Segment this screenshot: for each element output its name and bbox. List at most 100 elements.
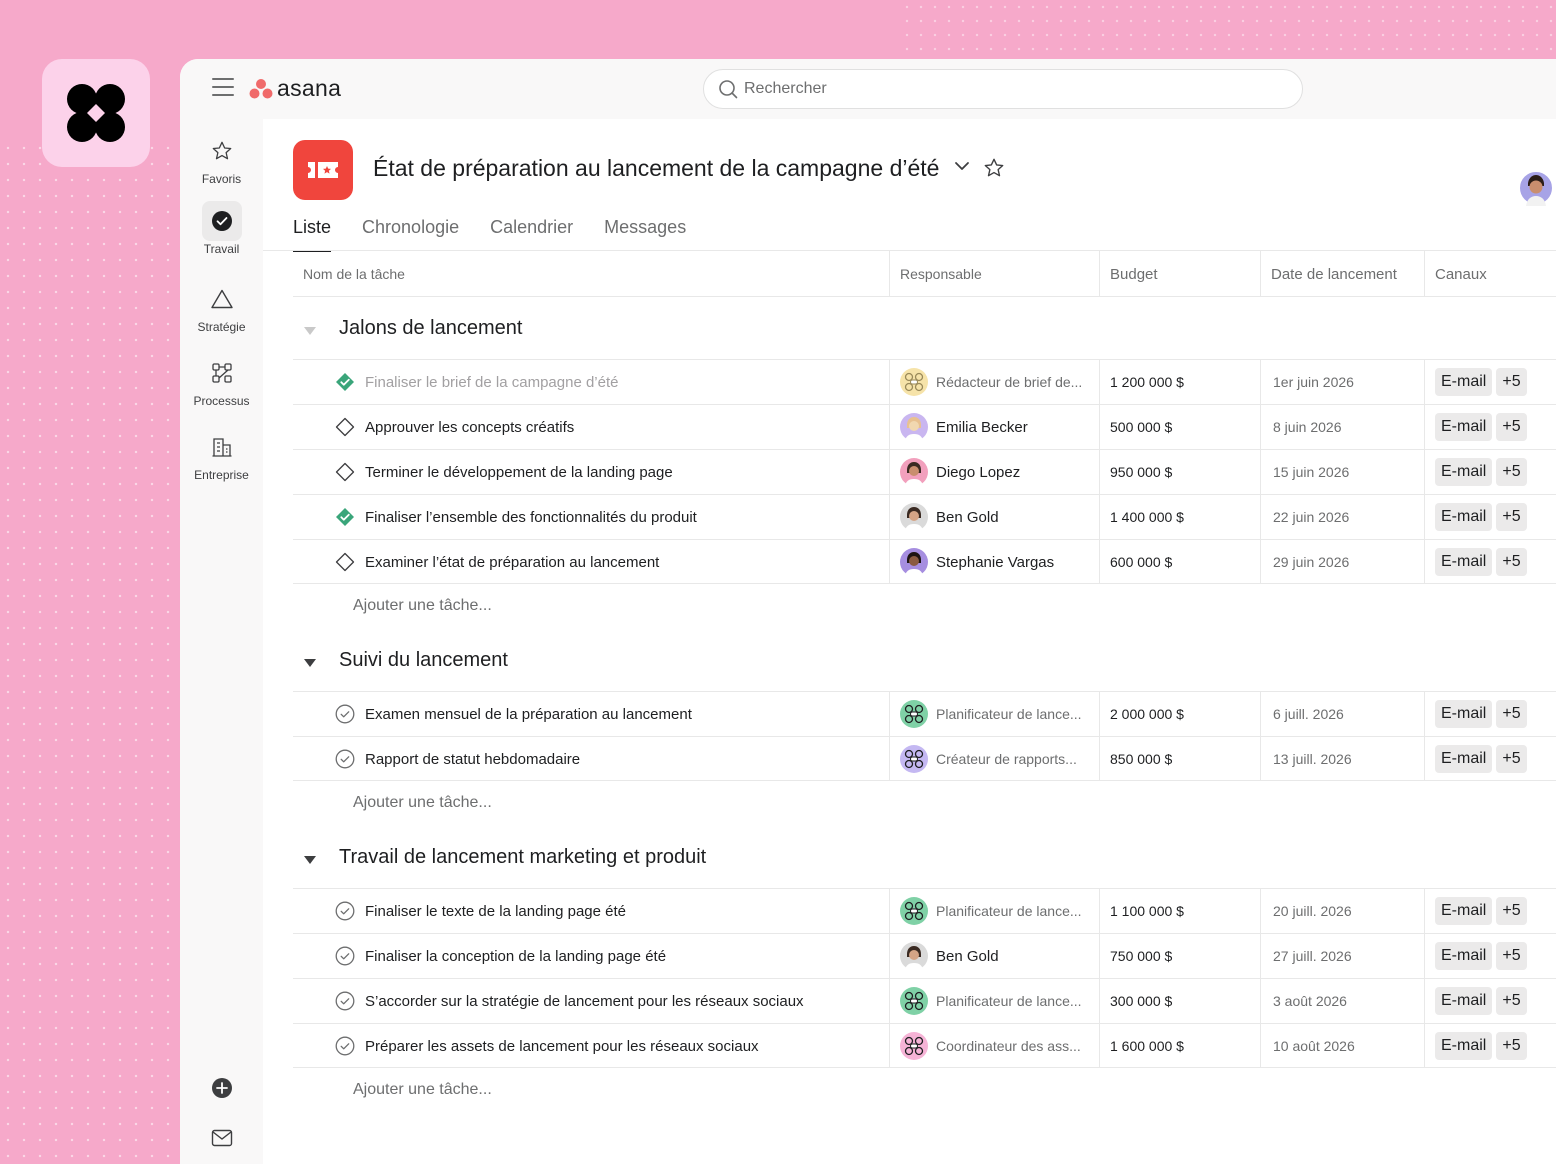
sidebar-item-travail[interactable]: Travail: [180, 201, 263, 256]
task-name[interactable]: Préparer les assets de lancement pour le…: [365, 1038, 759, 1055]
budget-cell[interactable]: 950 000 $: [1099, 450, 1260, 494]
section-title[interactable]: Travail de lancement marketing et produi…: [339, 846, 706, 869]
channel-chip[interactable]: E-mail: [1435, 548, 1493, 576]
search-bar[interactable]: [703, 69, 1303, 109]
column-header-budget[interactable]: Budget: [1099, 251, 1260, 297]
sidebar-item-favoris[interactable]: Favoris: [180, 131, 263, 186]
task-name[interactable]: Examen mensuel de la préparation au lanc…: [365, 706, 692, 723]
task-name[interactable]: Finaliser la conception de la landing pa…: [365, 948, 666, 965]
inbox-button[interactable]: [180, 1129, 263, 1147]
channel-more-chip[interactable]: +5: [1496, 745, 1527, 773]
table-row[interactable]: Approuver les concepts créatifs Emilia Be…: [293, 404, 1556, 449]
task-complete-icon[interactable]: [335, 1036, 355, 1056]
budget-cell[interactable]: 2 000 000 $: [1099, 692, 1260, 736]
search-input[interactable]: [744, 80, 1264, 98]
channel-more-chip[interactable]: +5: [1496, 942, 1527, 970]
task-complete-icon[interactable]: [335, 704, 355, 724]
owner-cell[interactable]: Planificateur de lance...: [889, 889, 1099, 933]
project-member-avatar[interactable]: [1518, 170, 1554, 211]
owner-cell[interactable]: Planificateur de lance...: [889, 979, 1099, 1023]
section-title[interactable]: Jalons de lancement: [339, 317, 522, 340]
table-row[interactable]: Préparer les assets de lancement pour le…: [293, 1023, 1556, 1068]
budget-cell[interactable]: 500 000 $: [1099, 405, 1260, 449]
task-name[interactable]: Finaliser le texte de la landing page ét…: [365, 903, 626, 920]
task-name[interactable]: Terminer le développement de la landing …: [365, 464, 673, 481]
launch-date-cell[interactable]: 8 juin 2026: [1260, 405, 1424, 449]
favorite-star-icon[interactable]: [983, 157, 1005, 184]
task-complete-icon[interactable]: [335, 552, 355, 572]
add-task-link[interactable]: Ajouter une tâche...: [353, 597, 492, 615]
budget-cell[interactable]: 1 200 000 $: [1099, 360, 1260, 404]
owner-cell[interactable]: Planificateur de lance...: [889, 692, 1099, 736]
column-header-owner[interactable]: Responsable: [889, 251, 1099, 297]
channel-chip[interactable]: E-mail: [1435, 368, 1493, 396]
channel-more-chip[interactable]: +5: [1496, 413, 1527, 441]
launch-date-cell[interactable]: 1er juin 2026: [1260, 360, 1424, 404]
owner-cell[interactable]: Créateur de rapports...: [889, 737, 1099, 781]
sidebar-item-processus[interactable]: Processus: [180, 353, 263, 408]
task-complete-icon[interactable]: [335, 991, 355, 1011]
tab-chronologie[interactable]: Chronologie: [362, 215, 459, 251]
tab-messages[interactable]: Messages: [604, 215, 686, 251]
task-name[interactable]: Approuver les concepts créatifs: [365, 419, 574, 436]
channel-chip[interactable]: E-mail: [1435, 413, 1493, 441]
task-complete-icon[interactable]: [335, 946, 355, 966]
column-header-launch-date[interactable]: Date de lancement: [1260, 251, 1424, 297]
table-row[interactable]: Examiner l’état de préparation au lancem…: [293, 539, 1556, 584]
channel-chip[interactable]: E-mail: [1435, 503, 1493, 531]
tab-liste[interactable]: Liste: [293, 215, 332, 252]
owner-cell[interactable]: Emilia Becker: [889, 405, 1099, 449]
task-name[interactable]: Finaliser l’ensemble des fonctionnalités…: [365, 509, 697, 526]
budget-cell[interactable]: 1 600 000 $: [1099, 1024, 1260, 1068]
launch-date-cell[interactable]: 3 août 2026: [1260, 979, 1424, 1023]
task-name[interactable]: Examiner l’état de préparation au lancem…: [365, 554, 659, 571]
caret-down-icon[interactable]: [303, 655, 317, 673]
chevron-down-icon[interactable]: [953, 159, 971, 178]
channel-more-chip[interactable]: +5: [1496, 458, 1527, 486]
section-title[interactable]: Suivi du lancement: [339, 649, 508, 672]
owner-cell[interactable]: Ben Gold: [889, 495, 1099, 539]
table-row[interactable]: Finaliser l’ensemble des fonctionnalités…: [293, 494, 1556, 539]
launch-date-cell[interactable]: 20 juill. 2026: [1260, 889, 1424, 933]
asana-logo[interactable]: asana: [249, 75, 341, 102]
menu-icon[interactable]: [212, 78, 234, 98]
task-complete-icon[interactable]: [335, 901, 355, 921]
owner-cell[interactable]: Ben Gold: [889, 934, 1099, 978]
table-row[interactable]: Finaliser le brief de la campagne d’été R…: [293, 359, 1556, 404]
budget-cell[interactable]: 1 100 000 $: [1099, 889, 1260, 933]
sidebar-item-entreprise[interactable]: Entreprise: [180, 427, 263, 482]
launch-date-cell[interactable]: 13 juill. 2026: [1260, 737, 1424, 781]
caret-down-icon[interactable]: [303, 852, 317, 870]
create-button[interactable]: [180, 1077, 263, 1099]
launch-date-cell[interactable]: 15 juin 2026: [1260, 450, 1424, 494]
add-task-link[interactable]: Ajouter une tâche...: [353, 794, 492, 812]
task-complete-icon[interactable]: [335, 372, 355, 392]
owner-cell[interactable]: Diego Lopez: [889, 450, 1099, 494]
channel-chip[interactable]: E-mail: [1435, 987, 1493, 1015]
project-icon[interactable]: [293, 140, 353, 200]
column-header-task-name[interactable]: Nom de la tâche: [293, 251, 889, 297]
budget-cell[interactable]: 1 400 000 $: [1099, 495, 1260, 539]
table-row[interactable]: Examen mensuel de la préparation au lanc…: [293, 691, 1556, 736]
task-name[interactable]: Rapport de statut hebdomadaire: [365, 751, 580, 768]
channel-more-chip[interactable]: +5: [1496, 1032, 1527, 1060]
task-complete-icon[interactable]: [335, 749, 355, 769]
caret-down-icon[interactable]: [303, 323, 317, 341]
channel-chip[interactable]: E-mail: [1435, 942, 1493, 970]
table-row[interactable]: Finaliser le texte de la landing page ét…: [293, 888, 1556, 933]
table-row[interactable]: Rapport de statut hebdomadaire Créateur d…: [293, 736, 1556, 781]
budget-cell[interactable]: 300 000 $: [1099, 979, 1260, 1023]
table-row[interactable]: S’accorder sur la stratégie de lancement…: [293, 978, 1556, 1023]
channel-chip[interactable]: E-mail: [1435, 700, 1493, 728]
channel-more-chip[interactable]: +5: [1496, 700, 1527, 728]
tab-calendrier[interactable]: Calendrier: [490, 215, 573, 251]
channel-more-chip[interactable]: +5: [1496, 987, 1527, 1015]
channel-more-chip[interactable]: +5: [1496, 503, 1527, 531]
sidebar-item-strategie[interactable]: Stratégie: [180, 279, 263, 334]
table-row[interactable]: Finaliser la conception de la landing pa…: [293, 933, 1556, 978]
budget-cell[interactable]: 600 000 $: [1099, 540, 1260, 584]
launch-date-cell[interactable]: 29 juin 2026: [1260, 540, 1424, 584]
channel-chip[interactable]: E-mail: [1435, 458, 1493, 486]
launch-date-cell[interactable]: 10 août 2026: [1260, 1024, 1424, 1068]
owner-cell[interactable]: Coordinateur des ass...: [889, 1024, 1099, 1068]
